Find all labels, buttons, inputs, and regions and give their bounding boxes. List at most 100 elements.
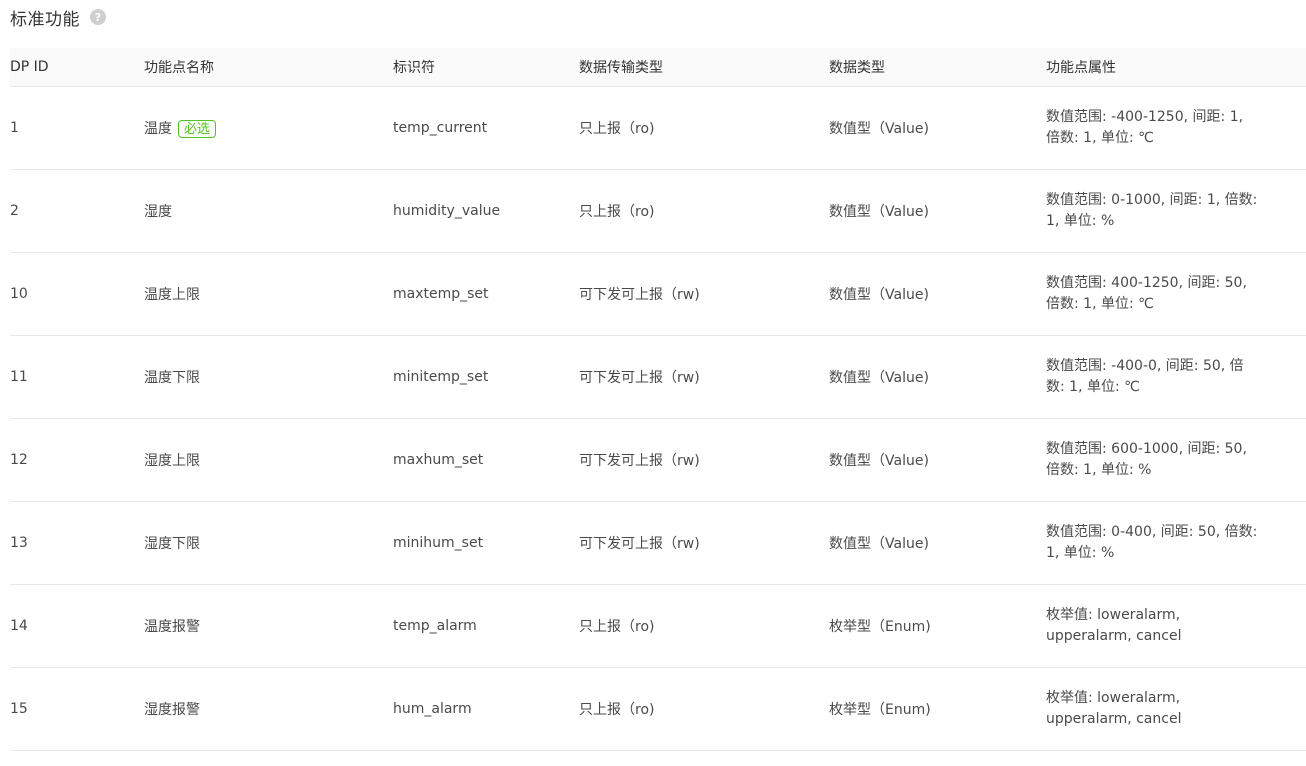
table-row: 14 温度报警 temp_alarm 只上报（ro) 枚举型（Enum) 枚举值: low…	[10, 584, 1306, 668]
attributes-line-1: 枚举值: loweralarm,	[1046, 606, 1181, 623]
function-name-cell: 温度下限	[144, 335, 393, 419]
attributes-line-2: 1, 单位: %	[1046, 212, 1115, 229]
identifier: temp_alarm	[393, 617, 477, 634]
transfer-type-cell: 只上报（ro)	[579, 169, 829, 253]
attributes-text: 枚举值: loweralarm, upperalarm, cancel	[1046, 605, 1306, 647]
function-name: 湿度上限	[144, 452, 200, 469]
dp-id-cell: 1	[10, 86, 144, 170]
table-row: 15 湿度报警 hum_alarm 只上报（ro) 枚举型（Enum) 枚举值: lowe…	[10, 667, 1306, 751]
identifier-cell: minihum_set	[393, 501, 579, 585]
data-type-cell: 数值型（Value)	[829, 86, 1046, 170]
data-type-cell: 枚举型（Enum)	[829, 667, 1046, 751]
identifier-cell: humidity_value	[393, 169, 579, 253]
transfer-type-cell: 只上报（ro)	[579, 667, 829, 751]
function-name-cell: 湿度报警	[144, 667, 393, 751]
attributes-line-2: upperalarm, cancel	[1046, 710, 1182, 727]
attributes-cell: 枚举值: loweralarm, upperalarm, cancel	[1046, 584, 1306, 668]
transfer-type: 可下发可上报（rw)	[579, 369, 700, 386]
dp-id: 14	[10, 617, 28, 634]
attributes-line-2: 数: 1, 单位: ℃	[1046, 378, 1140, 395]
dp-id-cell: 14	[10, 584, 144, 668]
table-body: 1 温度 必选 temp_current 只上报（ro) 数值型（Value) 数值范围: …	[10, 86, 1306, 751]
function-name: 湿度下限	[144, 535, 200, 552]
attributes-cell: 数值范围: 600-1000, 间距: 50, 倍数: 1, 单位: %	[1046, 418, 1306, 502]
attributes-line-1: 数值范围: -400-1250, 间距: 1,	[1046, 108, 1244, 125]
transfer-type-cell: 可下发可上报（rw)	[579, 335, 829, 419]
attributes-cell: 数值范围: 0-1000, 间距: 1, 倍数: 1, 单位: %	[1046, 169, 1306, 253]
attributes-cell: 枚举值: loweralarm, upperalarm, cancel	[1046, 667, 1306, 751]
transfer-type: 只上报（ro)	[579, 701, 655, 718]
table-header-row: DP ID 功能点名称 标识符 数据传输类型 数据类型 功能点属性	[10, 48, 1306, 87]
function-name-cell: 湿度	[144, 169, 393, 253]
function-name: 温度报警	[144, 618, 200, 635]
attributes-line-1: 数值范围: 600-1000, 间距: 50,	[1046, 440, 1247, 457]
identifier-cell: hum_alarm	[393, 667, 579, 751]
function-name-cell: 温度上限	[144, 252, 393, 336]
transfer-type: 可下发可上报（rw)	[579, 452, 700, 469]
function-name: 温度下限	[144, 369, 200, 386]
attributes-text: 数值范围: 0-400, 间距: 50, 倍数: 1, 单位: %	[1046, 522, 1306, 564]
table-row: 10 温度上限 maxtemp_set 可下发可上报（rw) 数值型（Value) 数值范…	[10, 252, 1306, 336]
data-type-cell: 数值型（Value)	[829, 169, 1046, 253]
question-circle-icon[interactable]: ?	[90, 9, 106, 25]
column-header-data-type: 数据类型	[829, 48, 1046, 87]
table-header: DP ID 功能点名称 标识符 数据传输类型 数据类型 功能点属性	[10, 48, 1306, 87]
attributes-line-1: 数值范围: 0-1000, 间距: 1, 倍数:	[1046, 191, 1258, 208]
table-row: 1 温度 必选 temp_current 只上报（ro) 数值型（Value) 数值范围: …	[10, 86, 1306, 170]
required-tag: 必选	[178, 119, 217, 138]
data-type: 数值型（Value)	[829, 286, 929, 303]
attributes-cell: 数值范围: -400-0, 间距: 50, 倍数: 1, 单位: ℃	[1046, 335, 1306, 419]
identifier: minihum_set	[393, 534, 484, 551]
identifier: temp_current	[393, 119, 488, 136]
transfer-type: 只上报（ro)	[579, 203, 655, 220]
transfer-type: 只上报（ro)	[579, 618, 655, 635]
transfer-type-cell: 可下发可上报（rw)	[579, 501, 829, 585]
table-row: 13 湿度下限 minihum_set 可下发可上报（rw) 数值型（Value) 数值范…	[10, 501, 1306, 585]
attributes-cell: 数值范围: 0-400, 间距: 50, 倍数: 1, 单位: %	[1046, 501, 1306, 585]
column-header-dp-id: DP ID	[10, 48, 144, 87]
attributes-text: 数值范围: -400-1250, 间距: 1, 倍数: 1, 单位: ℃	[1046, 107, 1306, 149]
standard-functions-page: 标准功能 ? DP ID 功能点名称 标识符 数据传输类型 数据类型 功能点属性…	[0, 0, 1306, 766]
data-type: 数值型（Value)	[829, 452, 929, 469]
attributes-line-2: 1, 单位: %	[1046, 544, 1115, 561]
data-type: 枚举型（Enum)	[829, 618, 931, 635]
attributes-cell: 数值范围: -400-1250, 间距: 1, 倍数: 1, 单位: ℃	[1046, 86, 1306, 170]
identifier: hum_alarm	[393, 700, 472, 717]
data-type: 数值型（Value)	[829, 203, 929, 220]
transfer-type: 可下发可上报（rw)	[579, 286, 700, 303]
attributes-text: 数值范围: -400-0, 间距: 50, 倍数: 1, 单位: ℃	[1046, 356, 1306, 398]
column-header-transfer-type: 数据传输类型	[579, 48, 829, 87]
data-type-cell: 数值型（Value)	[829, 335, 1046, 419]
dp-id-cell: 12	[10, 418, 144, 502]
attributes-text: 数值范围: 0-1000, 间距: 1, 倍数: 1, 单位: %	[1046, 190, 1306, 232]
data-type-cell: 枚举型（Enum)	[829, 584, 1046, 668]
section-header: 标准功能 ?	[10, 4, 106, 30]
identifier: minitemp_set	[393, 368, 489, 385]
attributes-text: 数值范围: 400-1250, 间距: 50, 倍数: 1, 单位: ℃	[1046, 273, 1306, 315]
transfer-type-cell: 可下发可上报（rw)	[579, 418, 829, 502]
attributes-line-2: upperalarm, cancel	[1046, 627, 1182, 644]
table-row: 2 湿度 humidity_value 只上报（ro) 数值型（Value) 数值范围: …	[10, 169, 1306, 253]
function-name-cell: 湿度上限	[144, 418, 393, 502]
dp-id-cell: 10	[10, 252, 144, 336]
attributes-line-1: 枚举值: loweralarm,	[1046, 689, 1181, 706]
column-header-identifier: 标识符	[393, 48, 579, 87]
attributes-line-1: 数值范围: -400-0, 间距: 50, 倍	[1046, 357, 1244, 374]
column-header-name: 功能点名称	[144, 48, 393, 87]
dp-table: DP ID 功能点名称 标识符 数据传输类型 数据类型 功能点属性 1 温度 必选 t…	[10, 48, 1306, 751]
data-type: 枚举型（Enum)	[829, 701, 931, 718]
data-type: 数值型（Value)	[829, 120, 929, 137]
attributes-line-2: 倍数: 1, 单位: ℃	[1046, 129, 1154, 146]
transfer-type-cell: 只上报（ro)	[579, 584, 829, 668]
dp-id: 10	[10, 285, 28, 302]
identifier: humidity_value	[393, 202, 501, 219]
data-type: 数值型（Value)	[829, 535, 929, 552]
identifier-cell: temp_alarm	[393, 584, 579, 668]
attributes-text: 枚举值: loweralarm, upperalarm, cancel	[1046, 688, 1306, 730]
dp-id-cell: 11	[10, 335, 144, 419]
function-name: 温度	[144, 120, 172, 137]
dp-id: 1	[10, 119, 19, 136]
identifier: maxhum_set	[393, 451, 484, 468]
attributes-line-1: 数值范围: 400-1250, 间距: 50,	[1046, 274, 1247, 291]
dp-id: 11	[10, 368, 28, 385]
